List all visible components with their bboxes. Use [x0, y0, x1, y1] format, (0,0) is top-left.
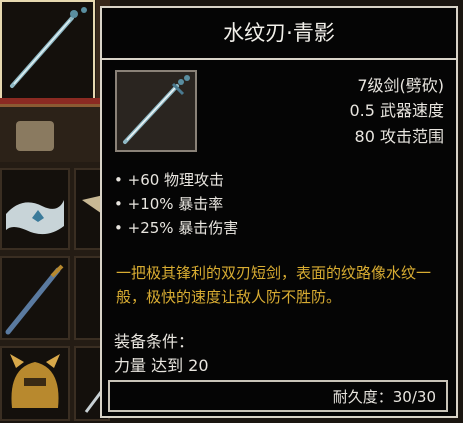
spear-icon	[5, 264, 64, 335]
stat-physical-attack: • +60 物理攻击	[114, 171, 225, 189]
inventory-slot-cloth[interactable]	[0, 168, 70, 250]
weapon-speed: 0.5 武器速度	[349, 101, 444, 120]
map-icon	[16, 121, 54, 151]
stat-crit-rate: • +10% 暴击率	[114, 195, 224, 213]
inventory-slot-spear[interactable]	[0, 256, 70, 340]
weapon-class: 7级剑(劈砍)	[357, 76, 444, 95]
helmet-icon	[10, 354, 60, 408]
inventory-slot-helmet[interactable]	[0, 346, 70, 421]
inventory-panel	[0, 0, 110, 421]
durability-box: 耐久度：30/30	[108, 380, 448, 412]
stat-list: • +60 物理攻击 • +10% 暴击率 • +25% 暴击伤害	[114, 168, 238, 240]
inventory-slot-sword[interactable]	[0, 0, 95, 100]
inventory-tab-strip[interactable]	[0, 104, 110, 162]
item-name: 水纹刃·青影	[102, 8, 456, 60]
requirements: 装备条件： 力量 达到 20	[114, 330, 209, 378]
requirements-label: 装备条件：	[114, 332, 195, 351]
item-image-frame	[115, 70, 197, 152]
cloth-icon	[6, 200, 64, 235]
requirement-strength: 力量 达到 20	[114, 356, 209, 375]
sword-icon	[10, 7, 87, 88]
item-description: 一把极其锋利的双刃短剑，表面的纹路像水纹一般，极快的速度让敌人防不胜防。	[116, 264, 432, 306]
sword-icon	[123, 75, 190, 144]
durability-value: 耐久度：30/30	[332, 388, 436, 406]
item-tooltip: 水纹刃·青影 7级剑(劈砍) 0.5 武器速度 80 攻击范围 • +60 物理…	[100, 6, 458, 418]
stat-crit-damage: • +25% 暴击伤害	[114, 219, 239, 237]
attack-range: 80 攻击范围	[354, 127, 444, 146]
